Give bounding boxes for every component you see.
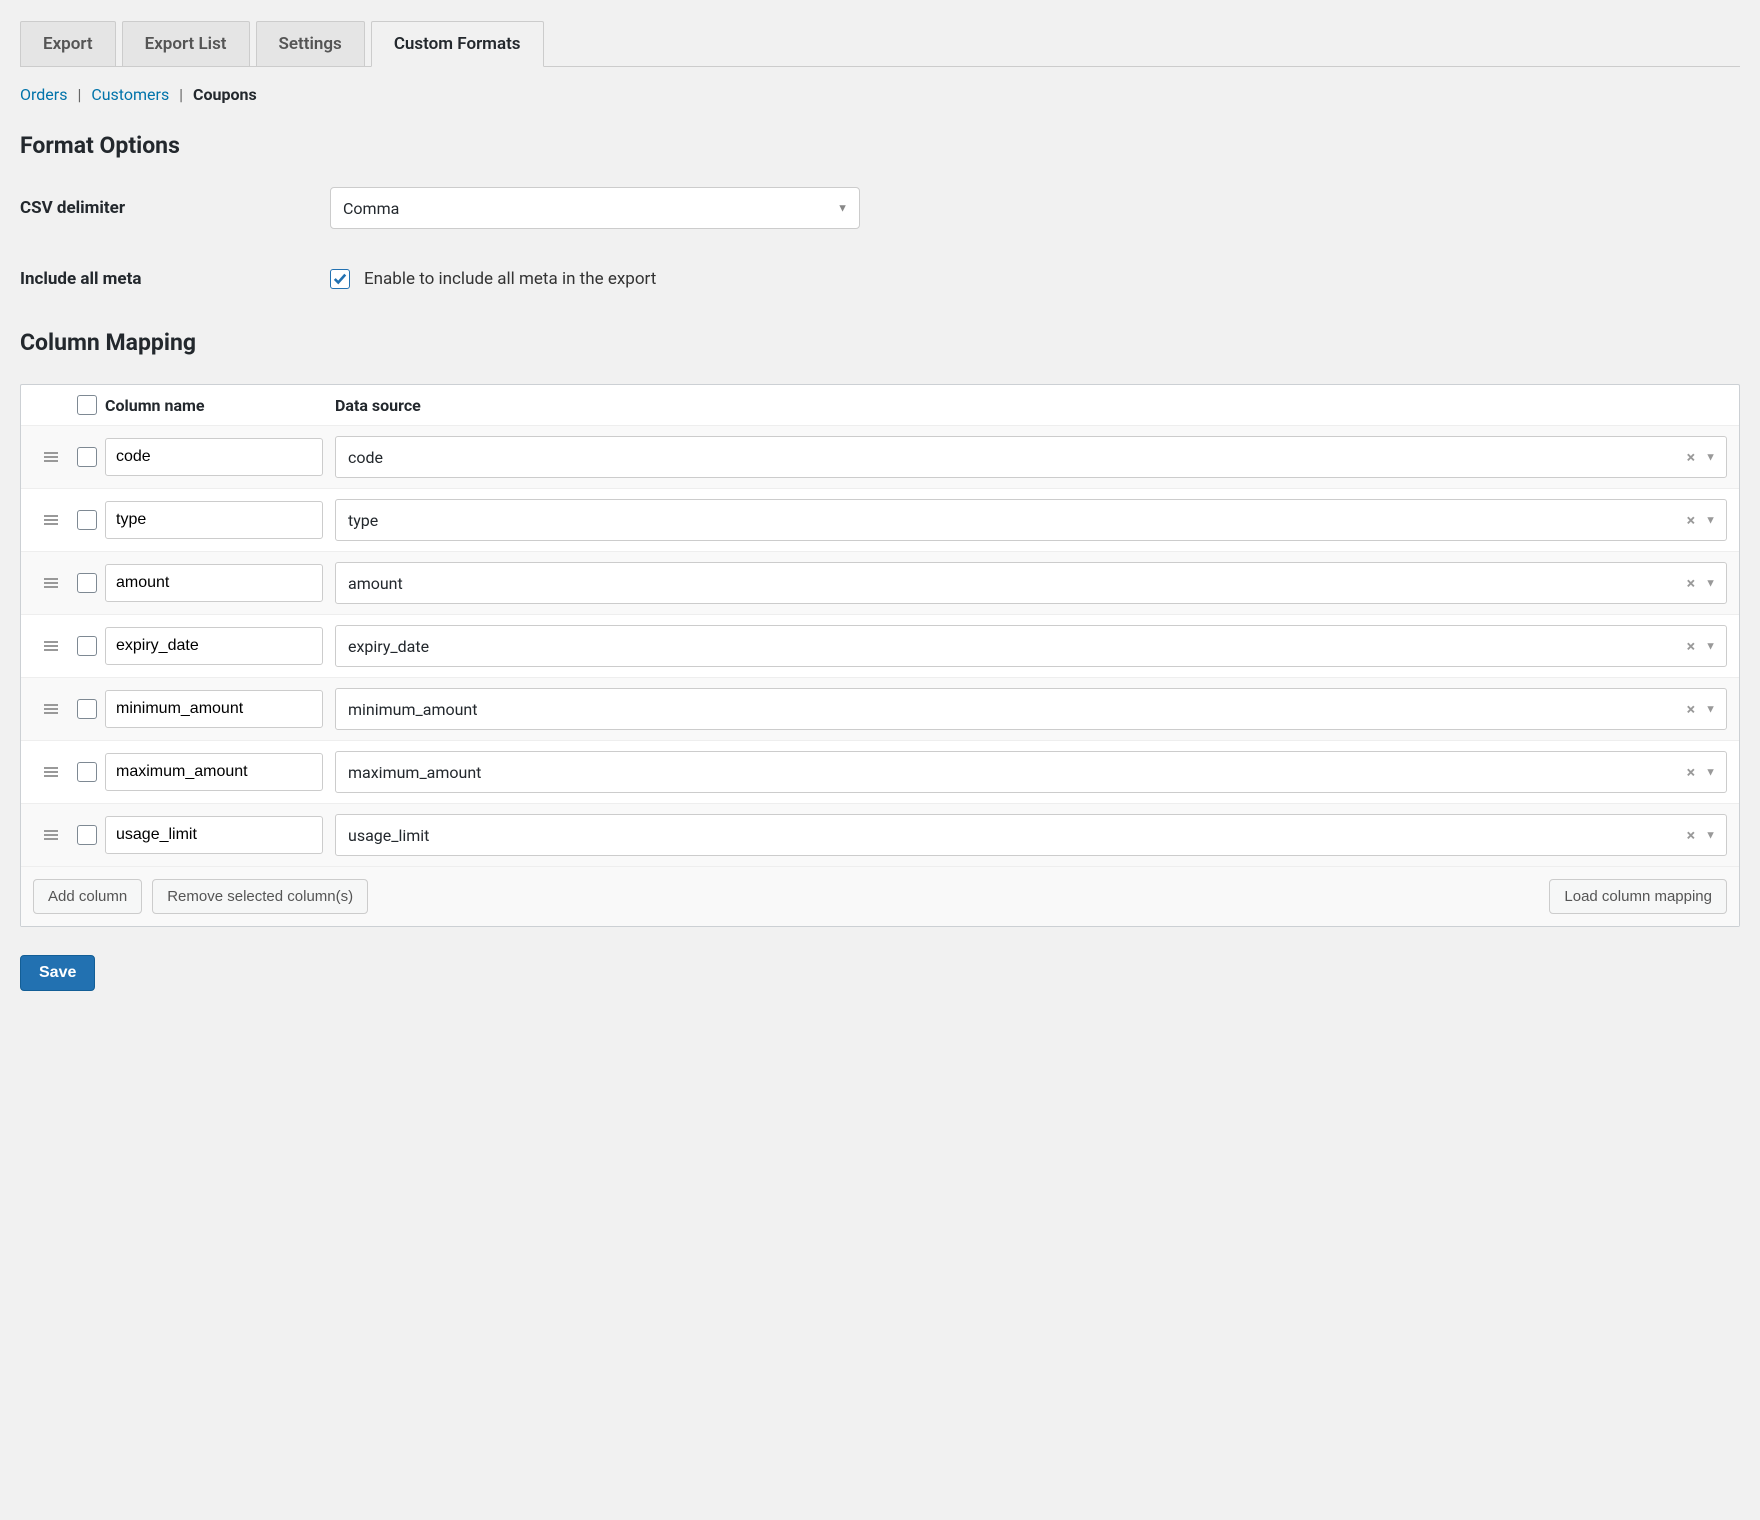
data-source-select[interactable]: minimum_amount × ▼ bbox=[335, 688, 1727, 730]
clear-icon[interactable]: × bbox=[1687, 826, 1696, 845]
save-button[interactable]: Save bbox=[20, 955, 95, 991]
subtab-coupons[interactable]: Coupons bbox=[193, 85, 257, 104]
section-format-options: Format Options bbox=[20, 132, 1740, 159]
tab-settings[interactable]: Settings bbox=[256, 21, 365, 67]
header-column-name: Column name bbox=[105, 396, 335, 415]
table-row: minimum_amount × ▼ bbox=[21, 678, 1739, 741]
row-checkbox[interactable] bbox=[77, 573, 97, 593]
subtab-customers[interactable]: Customers bbox=[91, 85, 169, 104]
chevron-down-icon[interactable]: ▼ bbox=[1705, 703, 1716, 716]
header-data-source: Data source bbox=[335, 396, 1727, 415]
data-source-value: amount bbox=[348, 574, 403, 593]
row-checkbox[interactable] bbox=[77, 447, 97, 467]
separator: | bbox=[77, 85, 81, 104]
subtabs: Orders | Customers | Coupons bbox=[20, 85, 1740, 104]
chevron-down-icon[interactable]: ▼ bbox=[1705, 829, 1716, 842]
remove-columns-button[interactable]: Remove selected column(s) bbox=[152, 879, 368, 914]
data-source-select[interactable]: type × ▼ bbox=[335, 499, 1727, 541]
row-checkbox[interactable] bbox=[77, 699, 97, 719]
tab-custom-formats[interactable]: Custom Formats bbox=[371, 21, 544, 67]
clear-icon[interactable]: × bbox=[1687, 511, 1696, 530]
table-row: usage_limit × ▼ bbox=[21, 804, 1739, 867]
data-source-select[interactable]: code × ▼ bbox=[335, 436, 1727, 478]
include-meta-label: Include all meta bbox=[20, 269, 330, 289]
table-row: maximum_amount × ▼ bbox=[21, 741, 1739, 804]
data-source-value: code bbox=[348, 448, 383, 467]
column-name-input[interactable] bbox=[105, 690, 323, 728]
data-source-select[interactable]: expiry_date × ▼ bbox=[335, 625, 1727, 667]
data-source-value: expiry_date bbox=[348, 637, 429, 656]
add-column-button[interactable]: Add column bbox=[33, 879, 142, 914]
drag-handle-icon[interactable] bbox=[44, 765, 58, 779]
data-source-select[interactable]: amount × ▼ bbox=[335, 562, 1727, 604]
table-row: expiry_date × ▼ bbox=[21, 615, 1739, 678]
drag-handle-icon[interactable] bbox=[44, 513, 58, 527]
chevron-down-icon[interactable]: ▼ bbox=[1705, 766, 1716, 779]
row-checkbox[interactable] bbox=[77, 510, 97, 530]
chevron-down-icon[interactable]: ▼ bbox=[1705, 577, 1716, 590]
column-name-input[interactable] bbox=[105, 501, 323, 539]
clear-icon[interactable]: × bbox=[1687, 763, 1696, 782]
drag-handle-icon[interactable] bbox=[44, 639, 58, 653]
data-source-value: usage_limit bbox=[348, 826, 429, 845]
csv-delimiter-select[interactable]: Comma ▼ bbox=[330, 187, 860, 229]
drag-handle-icon[interactable] bbox=[44, 702, 58, 716]
chevron-down-icon[interactable]: ▼ bbox=[1705, 451, 1716, 464]
row-checkbox[interactable] bbox=[77, 636, 97, 656]
drag-handle-icon[interactable] bbox=[44, 828, 58, 842]
row-checkbox[interactable] bbox=[77, 762, 97, 782]
clear-icon[interactable]: × bbox=[1687, 700, 1696, 719]
table-row: code × ▼ bbox=[21, 426, 1739, 489]
drag-handle-icon[interactable] bbox=[44, 450, 58, 464]
main-tabs: Export Export List Settings Custom Forma… bbox=[20, 20, 1740, 67]
column-name-input[interactable] bbox=[105, 816, 323, 854]
csv-delimiter-label: CSV delimiter bbox=[20, 198, 330, 218]
clear-icon[interactable]: × bbox=[1687, 448, 1696, 467]
table-row: amount × ▼ bbox=[21, 552, 1739, 615]
column-mapping-table: Column name Data source code × ▼ bbox=[20, 384, 1740, 927]
section-column-mapping: Column Mapping bbox=[20, 329, 1740, 356]
tab-export[interactable]: Export bbox=[20, 21, 116, 67]
clear-icon[interactable]: × bbox=[1687, 637, 1696, 656]
chevron-down-icon: ▼ bbox=[837, 202, 848, 215]
mapping-footer: Add column Remove selected column(s) Loa… bbox=[21, 867, 1739, 926]
chevron-down-icon[interactable]: ▼ bbox=[1705, 640, 1716, 653]
separator: | bbox=[179, 85, 183, 104]
data-source-select[interactable]: maximum_amount × ▼ bbox=[335, 751, 1727, 793]
tab-export-list[interactable]: Export List bbox=[122, 21, 250, 67]
mapping-header: Column name Data source bbox=[21, 385, 1739, 426]
data-source-select[interactable]: usage_limit × ▼ bbox=[335, 814, 1727, 856]
include-meta-checkbox[interactable] bbox=[330, 269, 350, 289]
row-include-meta: Include all meta Enable to include all m… bbox=[20, 269, 1740, 289]
table-row: type × ▼ bbox=[21, 489, 1739, 552]
data-source-value: minimum_amount bbox=[348, 700, 478, 719]
data-source-value: maximum_amount bbox=[348, 763, 481, 782]
include-meta-text: Enable to include all meta in the export bbox=[364, 269, 656, 289]
data-source-value: type bbox=[348, 511, 378, 530]
column-name-input[interactable] bbox=[105, 564, 323, 602]
drag-handle-icon[interactable] bbox=[44, 576, 58, 590]
column-name-input[interactable] bbox=[105, 438, 323, 476]
select-all-checkbox[interactable] bbox=[77, 395, 97, 415]
subtab-orders[interactable]: Orders bbox=[20, 85, 67, 104]
row-checkbox[interactable] bbox=[77, 825, 97, 845]
column-name-input[interactable] bbox=[105, 627, 323, 665]
clear-icon[interactable]: × bbox=[1687, 574, 1696, 593]
load-mapping-button[interactable]: Load column mapping bbox=[1549, 879, 1727, 914]
csv-delimiter-value: Comma bbox=[343, 199, 399, 218]
chevron-down-icon[interactable]: ▼ bbox=[1705, 514, 1716, 527]
row-csv-delimiter: CSV delimiter Comma ▼ bbox=[20, 187, 1740, 229]
column-name-input[interactable] bbox=[105, 753, 323, 791]
